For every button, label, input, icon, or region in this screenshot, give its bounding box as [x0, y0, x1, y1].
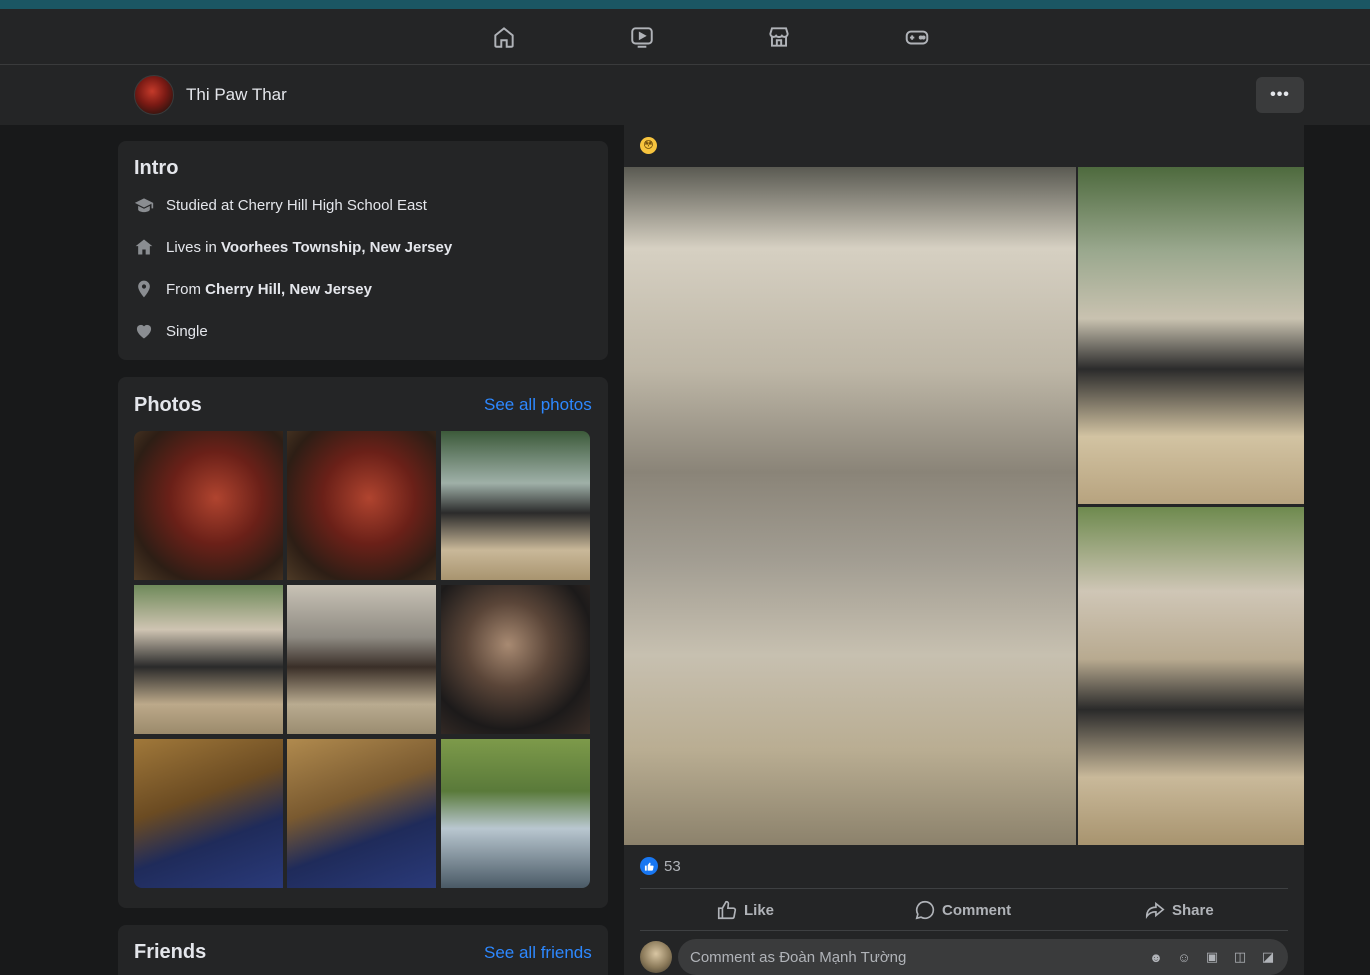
intro-education: Studied at Cherry Hill High School East — [134, 193, 427, 217]
from-place-link[interactable]: Cherry Hill, New Jersey — [205, 281, 372, 298]
intro-card: Intro Studied at Cherry Hill High School… — [118, 141, 608, 360]
photos-card: Photos See all photos — [118, 377, 608, 908]
friends-title: Friends — [134, 941, 207, 963]
share-label: Share — [1172, 901, 1214, 919]
like-button[interactable]: Like — [716, 897, 774, 923]
like-label: Like — [744, 901, 775, 919]
photo-thumbnail[interactable] — [441, 739, 590, 888]
post-photo-top-right[interactable] — [1078, 167, 1304, 504]
share-icon — [1145, 901, 1165, 919]
video-icon[interactable] — [628, 23, 656, 51]
avatar-sticker-icon[interactable]: ☻ — [1146, 947, 1166, 967]
post-card: 😳 53 Like Comment Share Comment as Đoàn … — [624, 125, 1304, 975]
photo-thumbnail[interactable] — [441, 431, 590, 580]
intro-title: Intro — [134, 157, 179, 179]
commenter-avatar[interactable] — [640, 941, 672, 973]
flushed-emoji-icon: 😳 — [640, 137, 657, 154]
lives-place-link[interactable]: Voorhees Township, New Jersey — [221, 239, 452, 256]
profile-header-bar: Thi Paw Thar ••• — [0, 65, 1370, 125]
sticker-icon[interactable]: ◪ — [1258, 947, 1278, 967]
lives-prefix: Lives in — [166, 238, 222, 256]
reaction-count: 53 — [664, 857, 681, 875]
comment-label: Comment — [942, 901, 1012, 919]
relationship-text: Single — [166, 322, 208, 340]
post-divider — [640, 930, 1288, 931]
reaction-summary[interactable]: 53 — [640, 857, 681, 875]
see-all-friends-link[interactable]: See all friends — [484, 943, 592, 963]
profile-name[interactable]: Thi Paw Thar — [186, 85, 287, 105]
marketplace-icon[interactable] — [765, 23, 793, 51]
photo-thumbnail[interactable] — [287, 739, 436, 888]
comment-icon — [915, 900, 935, 920]
comment-input[interactable]: Comment as Đoàn Mạnh Tường ☻ ☺ ▣ ◫ ◪ — [678, 939, 1288, 975]
share-button[interactable]: Share — [1144, 897, 1214, 923]
like-reaction-icon — [640, 857, 658, 875]
photo-thumbnail[interactable] — [287, 585, 436, 734]
from-prefix: From — [166, 280, 206, 298]
comment-placeholder: Comment as Đoàn Mạnh Tường — [690, 948, 907, 966]
comment-tools: ☻ ☺ ▣ ◫ ◪ — [1146, 947, 1278, 967]
top-navbar — [0, 9, 1370, 65]
more-options-button[interactable]: ••• — [1256, 77, 1304, 113]
profile-avatar[interactable] — [134, 75, 174, 115]
location-pin-icon — [134, 279, 154, 299]
education-icon — [134, 195, 154, 215]
intro-from: From Cherry Hill, New Jersey — [134, 277, 372, 301]
post-photo-bottom-right[interactable] — [1078, 507, 1304, 845]
home-icon[interactable] — [490, 23, 518, 51]
post-main-photo[interactable] — [624, 167, 1076, 845]
thumbs-up-icon — [717, 900, 737, 920]
house-icon — [134, 237, 154, 257]
gaming-icon[interactable] — [903, 23, 931, 51]
post-divider — [640, 888, 1288, 889]
education-text: Studied at Cherry Hill High School East — [166, 196, 427, 214]
camera-icon[interactable]: ▣ — [1202, 947, 1222, 967]
friends-card: Friends See all friends — [118, 925, 608, 975]
photo-thumbnail[interactable] — [134, 585, 283, 734]
see-all-photos-link[interactable]: See all photos — [484, 395, 592, 415]
intro-relationship: Single — [134, 319, 208, 343]
gif-icon[interactable]: ◫ — [1230, 947, 1250, 967]
intro-lives-in: Lives in Voorhees Township, New Jersey — [134, 235, 452, 259]
photo-thumbnail[interactable] — [441, 585, 590, 734]
emoji-icon[interactable]: ☺ — [1174, 947, 1194, 967]
window-top-strip — [0, 0, 1370, 9]
comment-button[interactable]: Comment — [914, 897, 1011, 923]
photo-thumbnail[interactable] — [134, 431, 283, 580]
photo-thumbnail[interactable] — [134, 739, 283, 888]
photo-thumbnail[interactable] — [287, 431, 436, 580]
heart-icon — [134, 321, 154, 341]
photos-title: Photos — [134, 394, 202, 416]
